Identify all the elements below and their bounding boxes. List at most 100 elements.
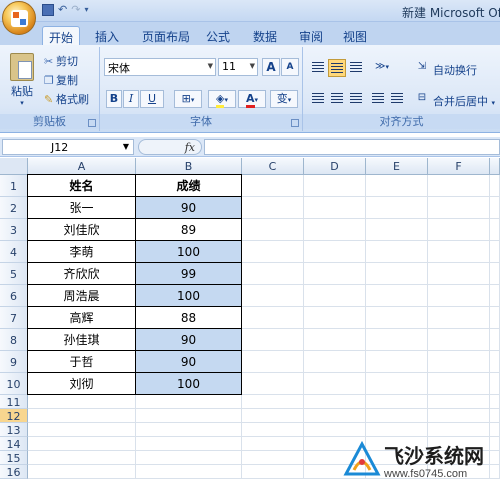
table-cell[interactable]: 高辉 [27,306,136,329]
empty-cell[interactable] [242,409,304,423]
table-cell[interactable]: 孙佳琪 [27,328,136,351]
tab-page-layout[interactable]: 页面布局 [136,26,196,45]
empty-cell[interactable] [304,175,366,197]
empty-cell[interactable] [428,373,490,395]
table-cell[interactable]: 于哲 [27,350,136,373]
row-header-15[interactable]: 15 [0,451,28,465]
empty-cell[interactable] [490,395,500,409]
customize-qat-icon[interactable]: ▾ [84,5,88,14]
table-cell[interactable]: 100 [135,284,242,307]
increase-indent-button[interactable] [388,90,406,108]
empty-cell[interactable] [366,263,428,285]
italic-button[interactable]: I [123,90,139,108]
row-header-16[interactable]: 16 [0,465,28,479]
decrease-indent-button[interactable] [369,90,387,108]
empty-cell[interactable] [136,395,242,409]
tab-insert[interactable]: 插入 [89,26,125,45]
empty-cell[interactable] [136,437,242,451]
empty-cell[interactable] [242,197,304,219]
empty-cell[interactable] [490,373,500,395]
table-cell[interactable]: 100 [135,372,242,395]
empty-cell[interactable] [490,285,500,307]
empty-cell[interactable] [242,329,304,351]
empty-cell[interactable] [428,219,490,241]
empty-cell[interactable] [490,423,500,437]
font-size-select[interactable]: 11 ▼ [218,58,258,76]
redo-icon[interactable]: ↷ [71,3,80,16]
align-bottom-button[interactable] [347,59,365,77]
row-header-8[interactable]: 8 [0,329,28,351]
empty-cell[interactable] [428,409,490,423]
empty-cell[interactable] [242,263,304,285]
empty-cell[interactable] [304,307,366,329]
empty-cell[interactable] [242,241,304,263]
table-cell[interactable]: 90 [135,350,242,373]
row-header-9[interactable]: 9 [0,351,28,373]
empty-cell[interactable] [490,409,500,423]
empty-cell[interactable] [136,465,242,479]
empty-cell[interactable] [304,241,366,263]
row-header-12[interactable]: 12 [0,409,28,423]
row-header-1[interactable]: 1 [0,175,28,197]
table-cell[interactable]: 88 [135,306,242,329]
empty-cell[interactable] [242,307,304,329]
empty-cell[interactable] [304,219,366,241]
empty-cell[interactable] [28,409,136,423]
empty-cell[interactable] [366,307,428,329]
empty-cell[interactable] [428,351,490,373]
office-button[interactable] [2,1,36,35]
empty-cell[interactable] [304,197,366,219]
tab-data[interactable]: 数据 [247,26,283,45]
empty-cell[interactable] [428,395,490,409]
empty-cell[interactable] [428,329,490,351]
chevron-down-icon[interactable]: ▼ [123,142,129,151]
empty-cell[interactable] [304,263,366,285]
paste-button[interactable]: 粘贴 ▾ [6,51,38,111]
empty-cell[interactable] [490,351,500,373]
row-header-14[interactable]: 14 [0,437,28,451]
row-header-13[interactable]: 13 [0,423,28,437]
borders-button[interactable]: ⊞▾ [174,90,202,108]
insert-function-button[interactable]: fx [185,141,195,154]
empty-cell[interactable] [304,409,366,423]
paste-dropdown-icon[interactable]: ▾ [6,99,38,107]
table-cell[interactable]: 90 [135,328,242,351]
table-cell[interactable]: 89 [135,218,242,241]
empty-cell[interactable] [428,285,490,307]
empty-cell[interactable] [136,409,242,423]
font-name-select[interactable]: 宋体 ▼ [104,58,216,76]
undo-icon[interactable]: ↶ [58,3,67,16]
underline-button[interactable]: U [140,90,164,108]
row-header-2[interactable]: 2 [0,197,28,219]
wrap-text-button[interactable]: 自动换行 [433,62,477,78]
empty-cell[interactable] [28,423,136,437]
empty-cell[interactable] [304,329,366,351]
empty-cell[interactable] [490,219,500,241]
table-cell[interactable]: 齐欣欣 [27,262,136,285]
tab-review[interactable]: 审阅 [293,26,329,45]
empty-cell[interactable] [304,423,366,437]
table-cell[interactable]: 李萌 [27,240,136,263]
empty-cell[interactable] [136,451,242,465]
row-header-4[interactable]: 4 [0,241,28,263]
table-cell[interactable]: 100 [135,240,242,263]
row-header-6[interactable]: 6 [0,285,28,307]
empty-cell[interactable] [366,241,428,263]
merge-center-button[interactable]: 合并后居中 ▾ [433,93,495,109]
table-cell[interactable]: 刘佳欣 [27,218,136,241]
copy-button[interactable]: ❐ 复制 [44,72,78,88]
empty-cell[interactable] [242,175,304,197]
empty-cell[interactable] [242,423,304,437]
empty-cell[interactable] [366,373,428,395]
row-header-11[interactable]: 11 [0,395,28,409]
save-icon[interactable] [42,3,54,16]
empty-cell[interactable] [242,437,304,451]
empty-cell[interactable] [366,423,428,437]
empty-cell[interactable] [28,451,136,465]
bold-button[interactable]: B [106,90,122,108]
empty-cell[interactable] [428,423,490,437]
align-center-button[interactable] [328,90,346,108]
empty-cell[interactable] [490,329,500,351]
empty-cell[interactable] [490,241,500,263]
column-header-b[interactable]: B [136,158,242,175]
